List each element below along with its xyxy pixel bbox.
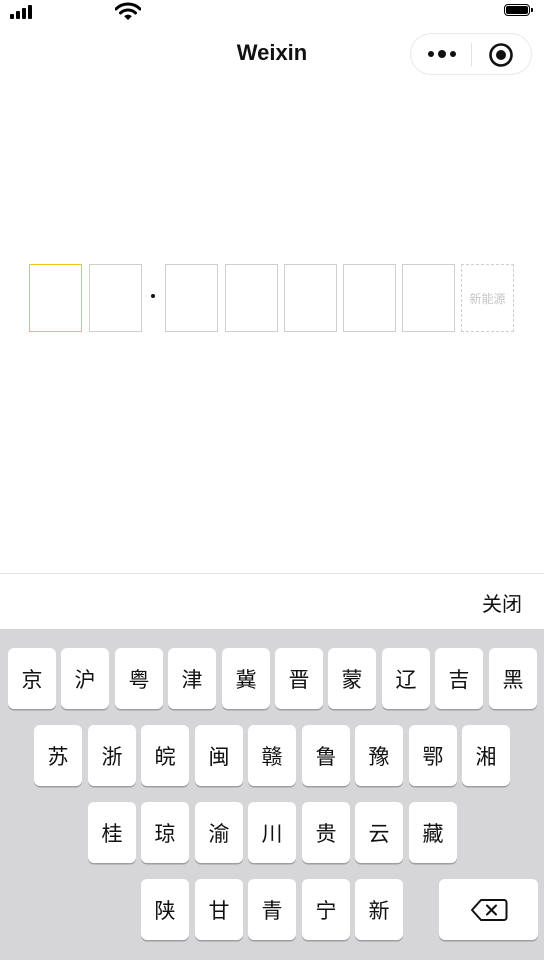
key-17[interactable]: 豫 xyxy=(355,725,403,786)
key-23[interactable]: 川 xyxy=(248,802,296,863)
key-20[interactable]: 桂 xyxy=(88,802,136,863)
key-12[interactable]: 浙 xyxy=(88,725,136,786)
key-29[interactable]: 青 xyxy=(248,879,296,940)
wifi-icon xyxy=(115,2,141,20)
key-26[interactable]: 藏 xyxy=(409,802,457,863)
key-19[interactable]: 湘 xyxy=(462,725,510,786)
cellular-signal-icon xyxy=(10,4,34,19)
key-14[interactable]: 闽 xyxy=(195,725,243,786)
new-energy-label: 新能源 xyxy=(469,291,506,306)
key-1[interactable]: 京 xyxy=(8,648,56,709)
capsule-divider xyxy=(471,43,472,66)
key-30[interactable]: 宁 xyxy=(302,879,350,940)
new-energy-box[interactable]: 新能源 xyxy=(461,264,514,332)
key-15[interactable]: 赣 xyxy=(248,725,296,786)
key-13[interactable]: 皖 xyxy=(141,725,189,786)
close-keyboard-button[interactable]: 关闭 xyxy=(482,588,522,617)
status-bar xyxy=(0,0,544,26)
key-28[interactable]: 甘 xyxy=(195,879,243,940)
key-6[interactable]: 晋 xyxy=(275,648,323,709)
key-2[interactable]: 沪 xyxy=(61,648,109,709)
plate-char-box-7[interactable] xyxy=(402,264,455,332)
key-5[interactable]: 冀 xyxy=(222,648,270,709)
key-3[interactable]: 粤 xyxy=(115,648,163,709)
plate-separator-dot xyxy=(151,294,155,298)
plate-char-box-5[interactable] xyxy=(284,264,337,332)
key-7[interactable]: 蒙 xyxy=(328,648,376,709)
target-circle-icon[interactable] xyxy=(488,42,514,68)
key-10[interactable]: 黑 xyxy=(489,648,537,709)
key-8[interactable]: 辽 xyxy=(382,648,430,709)
key-25[interactable]: 云 xyxy=(355,802,403,863)
battery-full-icon xyxy=(504,4,534,18)
key-18[interactable]: 鄂 xyxy=(409,725,457,786)
key-27[interactable]: 陕 xyxy=(141,879,189,940)
plate-char-box-1[interactable] xyxy=(29,264,82,332)
backspace-button[interactable] xyxy=(439,879,538,940)
more-dots-icon[interactable] xyxy=(428,45,458,63)
keyboard-divider xyxy=(0,573,544,574)
screen: Weixin 新能源 关闭 京 沪 粤 津 冀 晋 蒙 辽 吉 黑 苏 浙 皖 … xyxy=(0,0,544,960)
key-11[interactable]: 苏 xyxy=(34,725,82,786)
province-keyboard: 京 沪 粤 津 冀 晋 蒙 辽 吉 黑 苏 浙 皖 闽 赣 鲁 豫 鄂 湘 桂 … xyxy=(0,629,544,960)
plate-char-box-4[interactable] xyxy=(225,264,278,332)
key-9[interactable]: 吉 xyxy=(435,648,483,709)
backspace-icon xyxy=(470,898,507,921)
key-21[interactable]: 琼 xyxy=(141,802,189,863)
key-4[interactable]: 津 xyxy=(168,648,216,709)
mini-program-capsule xyxy=(410,33,532,75)
key-16[interactable]: 鲁 xyxy=(302,725,350,786)
plate-char-box-3[interactable] xyxy=(165,264,218,332)
key-24[interactable]: 贵 xyxy=(302,802,350,863)
plate-char-box-2[interactable] xyxy=(89,264,142,332)
key-22[interactable]: 渝 xyxy=(195,802,243,863)
plate-char-box-6[interactable] xyxy=(343,264,396,332)
key-31[interactable]: 新 xyxy=(355,879,403,940)
